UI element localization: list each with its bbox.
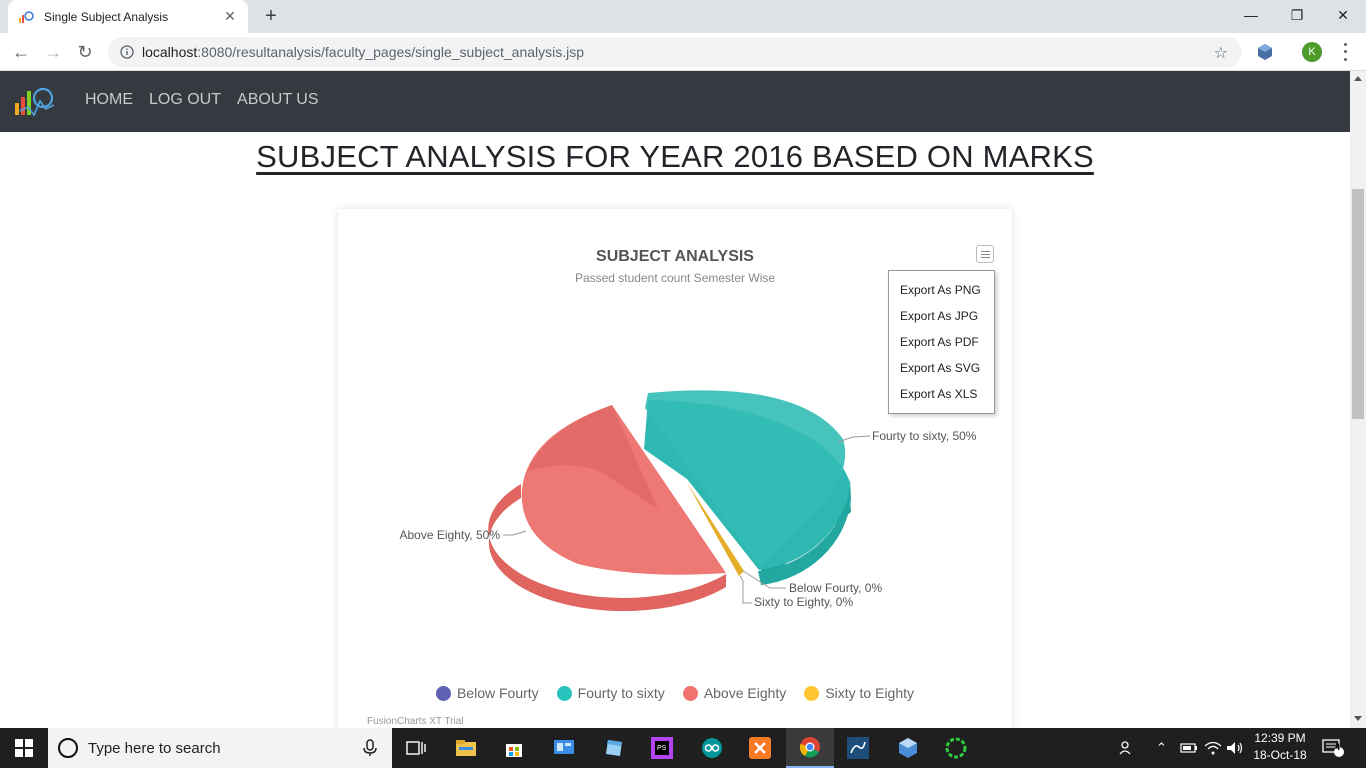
legend-item-sixty-to-eighty[interactable]: Sixty to Eighty: [804, 685, 914, 701]
scroll-down-icon[interactable]: [1354, 716, 1362, 721]
scroll-up-icon[interactable]: [1354, 76, 1362, 81]
legend-item-above-eighty[interactable]: Above Eighty: [682, 685, 787, 701]
minimize-icon[interactable]: —: [1228, 0, 1274, 30]
volume-icon[interactable]: [1226, 728, 1244, 768]
export-png-item[interactable]: Export As PNG: [889, 277, 994, 303]
reload-icon[interactable]: ↻: [72, 39, 98, 65]
info-icon[interactable]: [120, 45, 134, 59]
notes-app-icon[interactable]: [590, 728, 638, 768]
label-line-above-eighty: [503, 530, 527, 536]
browser-tabstrip: Single Subject Analysis ✕ + — ❐ ✕: [0, 0, 1366, 33]
export-jpg-item[interactable]: Export As JPG: [889, 303, 994, 329]
taskbar-clock[interactable]: 12:39 PM 18-Oct-18: [1252, 730, 1308, 764]
web-page: HOME LOG OUT ABOUT US SUBJECT ANALYSIS F…: [0, 71, 1350, 728]
export-pdf-item[interactable]: Export As PDF: [889, 329, 994, 355]
browser-menu-icon[interactable]: [1338, 41, 1352, 63]
chart-watermark: FusionCharts XT Trial: [367, 716, 464, 727]
phpstorm-icon[interactable]: PS: [638, 728, 686, 768]
legend-item-fourty-to-sixty[interactable]: Fourty to sixty: [556, 685, 665, 701]
chrome-icon[interactable]: [786, 728, 834, 768]
legend-dot: [435, 685, 451, 701]
control-panel-icon[interactable]: [540, 728, 588, 768]
back-icon[interactable]: ←: [8, 39, 34, 65]
label-line-sixty-to-eighty: [739, 575, 752, 604]
microphone-icon[interactable]: [360, 738, 380, 758]
battery-icon[interactable]: [1180, 728, 1198, 768]
task-view-icon[interactable]: [392, 728, 440, 768]
chart-card: Fourty to sixty, 50% Above Eighty, 50% B…: [338, 209, 1012, 728]
taskbar-search-placeholder: Type here to search: [88, 739, 221, 757]
close-window-icon[interactable]: ✕: [1320, 0, 1366, 30]
tray-chevron-up-icon[interactable]: ⌃: [1156, 728, 1167, 768]
people-icon[interactable]: [1118, 728, 1136, 768]
extension-cube-icon[interactable]: [1256, 43, 1274, 61]
new-tab-icon[interactable]: +: [260, 5, 282, 27]
page-scrollbar[interactable]: [1350, 71, 1366, 728]
slice-label-below-fourty: Below Fourty, 0%: [789, 581, 882, 595]
restore-icon[interactable]: ❐: [1274, 0, 1320, 30]
virtualbox-icon[interactable]: [884, 728, 932, 768]
legend-label: Above Eighty: [703, 685, 787, 701]
notification-count: 4: [1335, 742, 1341, 752]
loading-app-icon[interactable]: [932, 728, 980, 768]
windows-start-icon[interactable]: [0, 728, 48, 768]
app-logo-icon: [19, 10, 34, 23]
notification-center-icon[interactable]: 4: [1322, 728, 1344, 768]
clock-time: 12:39 PM: [1254, 731, 1306, 745]
tab-title: Single Subject Analysis: [44, 9, 169, 24]
slice-label-fourty-to-sixty: Fourty to sixty, 50%: [872, 429, 977, 443]
navbar: HOME LOG OUT ABOUT US: [0, 71, 1350, 132]
legend-item-below-fourty[interactable]: Below Fourty: [435, 685, 539, 701]
tab-close-icon[interactable]: ✕: [222, 8, 238, 25]
url-host: localhost: [142, 44, 198, 60]
scrollbar-thumb[interactable]: [1352, 189, 1364, 419]
taskbar-search-box[interactable]: Type here to search: [48, 728, 392, 768]
nav-logout-link[interactable]: LOG OUT: [149, 91, 221, 109]
profile-avatar[interactable]: K: [1302, 42, 1322, 62]
chart-title: SUBJECT ANALYSIS: [596, 248, 754, 265]
svg-text:PS: PS: [657, 745, 667, 752]
windows-taskbar: Type here to search PS ⌃ 12:39 PM 18-Oct…: [0, 728, 1366, 768]
legend-label: Sixty to Eighty: [825, 685, 915, 701]
brand-logo-icon[interactable]: [14, 85, 56, 119]
xampp-icon[interactable]: [736, 728, 784, 768]
export-svg-item[interactable]: Export As SVG: [889, 355, 994, 381]
nav-home-link[interactable]: HOME: [85, 91, 133, 109]
mysql-workbench-icon[interactable]: [834, 728, 882, 768]
legend-dot: [556, 685, 572, 701]
browser-tab[interactable]: Single Subject Analysis ✕: [8, 0, 248, 33]
legend-dot: [804, 685, 820, 701]
export-menu: Export As PNG Export As JPG Export As PD…: [888, 270, 995, 414]
page-title: SUBJECT ANALYSIS FOR YEAR 2016 BASED ON …: [256, 139, 1094, 174]
arduino-icon[interactable]: [688, 728, 736, 768]
bookmark-star-icon[interactable]: ☆: [1214, 43, 1228, 63]
forward-icon[interactable]: →: [40, 39, 66, 65]
browser-toolbar: ← → ↻ localhost:8080/resultanalysis/facu…: [0, 33, 1366, 71]
store-icon[interactable]: [490, 728, 538, 768]
legend-label: Below Fourty: [456, 685, 539, 701]
slice-label-sixty-to-eighty: Sixty to Eighty, 0%: [754, 595, 853, 609]
chart-legend: Below Fourty Fourty to sixty Above Eight…: [338, 685, 1012, 701]
clock-date: 18-Oct-18: [1253, 748, 1307, 762]
address-bar[interactable]: localhost:8080/resultanalysis/faculty_pa…: [108, 37, 1242, 67]
legend-dot: [682, 685, 698, 701]
export-menu-icon[interactable]: [976, 245, 994, 263]
file-explorer-icon[interactable]: [442, 728, 490, 768]
legend-label: Fourty to sixty: [577, 685, 665, 701]
export-xls-item[interactable]: Export As XLS: [889, 381, 994, 407]
cortana-icon: [58, 738, 78, 758]
url-path: :8080/resultanalysis/faculty_pages/singl…: [197, 44, 585, 60]
wifi-icon[interactable]: [1204, 728, 1222, 768]
nav-about-link[interactable]: ABOUT US: [237, 91, 319, 109]
slice-label-above-eighty: Above Eighty, 50%: [399, 528, 500, 542]
